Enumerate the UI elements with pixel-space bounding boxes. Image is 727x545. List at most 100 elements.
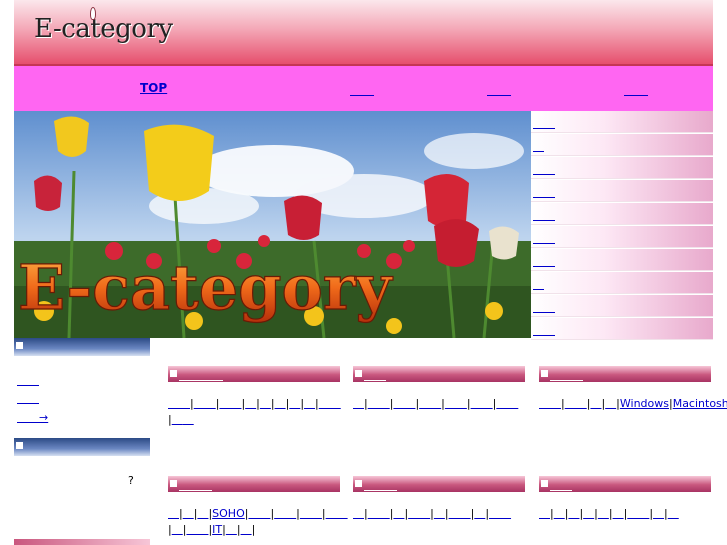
side-menu-link[interactable] <box>533 276 544 292</box>
square-bullet-icon <box>16 442 23 449</box>
category-link[interactable] <box>565 397 587 410</box>
side-menu-link[interactable] <box>533 161 555 177</box>
category-link[interactable] <box>539 507 550 520</box>
nav-top-link[interactable]: TOP <box>140 81 167 95</box>
square-bullet-icon <box>170 370 177 377</box>
category-link[interactable]: SOHO <box>212 507 245 520</box>
category-header <box>539 476 711 492</box>
category-link[interactable] <box>393 507 404 520</box>
category-link[interactable] <box>496 397 518 410</box>
category-link[interactable] <box>668 507 679 520</box>
square-bullet-icon <box>355 480 362 487</box>
category-link[interactable] <box>554 507 565 520</box>
side-menu-link[interactable] <box>533 138 544 154</box>
category-link[interactable] <box>598 507 609 520</box>
candle-flame-icon <box>90 7 96 20</box>
category-link[interactable] <box>275 397 286 410</box>
category-links: | | | | | | | <box>353 506 525 522</box>
side-menu-link[interactable] <box>533 299 555 315</box>
category-link[interactable] <box>319 397 341 410</box>
category-link[interactable] <box>172 523 183 536</box>
nav-link-2[interactable] <box>350 81 374 98</box>
category-link[interactable] <box>474 507 485 520</box>
side-menu-item <box>531 157 713 179</box>
nav-link-4[interactable] <box>624 81 648 98</box>
question-mark-text: ? <box>128 474 134 487</box>
left-section-header <box>14 338 150 356</box>
left-link[interactable] <box>17 372 39 388</box>
category-link[interactable] <box>568 507 579 520</box>
side-menu-link[interactable] <box>533 253 555 269</box>
category-link[interactable] <box>449 507 471 520</box>
category-title[interactable] <box>364 367 386 383</box>
category-link[interactable] <box>183 413 194 426</box>
category-link[interactable] <box>445 397 467 410</box>
site-logo[interactable]: E-category <box>34 14 173 44</box>
category-link[interactable] <box>186 523 208 536</box>
category-link[interactable] <box>353 397 364 410</box>
category-link[interactable] <box>539 397 561 410</box>
category-title[interactable] <box>179 477 212 493</box>
link-separator: | <box>251 523 256 536</box>
square-bullet-icon <box>541 370 548 377</box>
category-link[interactable] <box>471 397 493 410</box>
category-link[interactable] <box>393 397 415 410</box>
category-link[interactable] <box>605 397 616 410</box>
category-link[interactable] <box>289 397 300 410</box>
category-link[interactable] <box>304 397 315 410</box>
left-link[interactable] <box>17 390 39 406</box>
category-link[interactable] <box>241 523 252 536</box>
category-link[interactable] <box>248 507 270 520</box>
category-link[interactable] <box>194 397 216 410</box>
category-title[interactable] <box>550 367 583 383</box>
category-title[interactable] <box>179 367 223 383</box>
category-links: | | | | | | <box>353 396 525 412</box>
category-link[interactable] <box>226 523 237 536</box>
category-link[interactable] <box>653 507 664 520</box>
nav-link-3[interactable] <box>487 81 511 98</box>
category-link[interactable] <box>183 507 194 520</box>
category-link[interactable]: Macintosh <box>673 397 727 410</box>
category-link[interactable] <box>613 507 624 520</box>
side-menu-item <box>531 111 713 133</box>
category-link[interactable] <box>590 397 601 410</box>
category-link[interactable] <box>408 507 430 520</box>
side-menu-item <box>531 134 713 156</box>
category-link[interactable] <box>489 507 511 520</box>
site-header: E-category <box>14 0 713 66</box>
square-bullet-icon <box>355 370 362 377</box>
category-link[interactable]: Windows <box>620 397 669 410</box>
side-menu-link[interactable] <box>533 184 555 200</box>
category-link[interactable] <box>368 397 390 410</box>
side-menu-link[interactable] <box>533 115 555 131</box>
side-menu-link[interactable] <box>533 230 555 246</box>
side-menu-link[interactable] <box>533 322 555 338</box>
left-section-header <box>14 438 150 456</box>
category-link[interactable] <box>197 507 208 520</box>
category-link[interactable] <box>353 507 364 520</box>
category-link[interactable] <box>274 507 296 520</box>
category-link[interactable] <box>583 507 594 520</box>
category-link[interactable] <box>168 507 179 520</box>
category-link[interactable] <box>260 397 271 410</box>
side-menu-item <box>531 295 713 317</box>
category-link[interactable] <box>172 413 183 426</box>
category-link[interactable] <box>627 507 649 520</box>
side-menu-item <box>531 203 713 225</box>
category-link[interactable] <box>245 397 256 410</box>
category-links: | | | |Windows|Macintosh <box>539 396 727 412</box>
side-menu-link[interactable] <box>533 207 555 223</box>
category-link[interactable] <box>168 397 190 410</box>
category-title[interactable] <box>364 477 397 493</box>
category-link[interactable] <box>419 397 441 410</box>
side-menu-item <box>531 318 713 340</box>
category-title[interactable] <box>550 477 572 493</box>
left-link-more[interactable]: → <box>17 409 48 425</box>
category-link[interactable] <box>326 507 348 520</box>
category-link[interactable] <box>300 507 322 520</box>
side-menu-item <box>531 180 713 202</box>
category-link[interactable] <box>434 507 445 520</box>
category-link[interactable] <box>368 507 390 520</box>
category-link[interactable]: IT <box>212 523 222 536</box>
category-link[interactable] <box>219 397 241 410</box>
